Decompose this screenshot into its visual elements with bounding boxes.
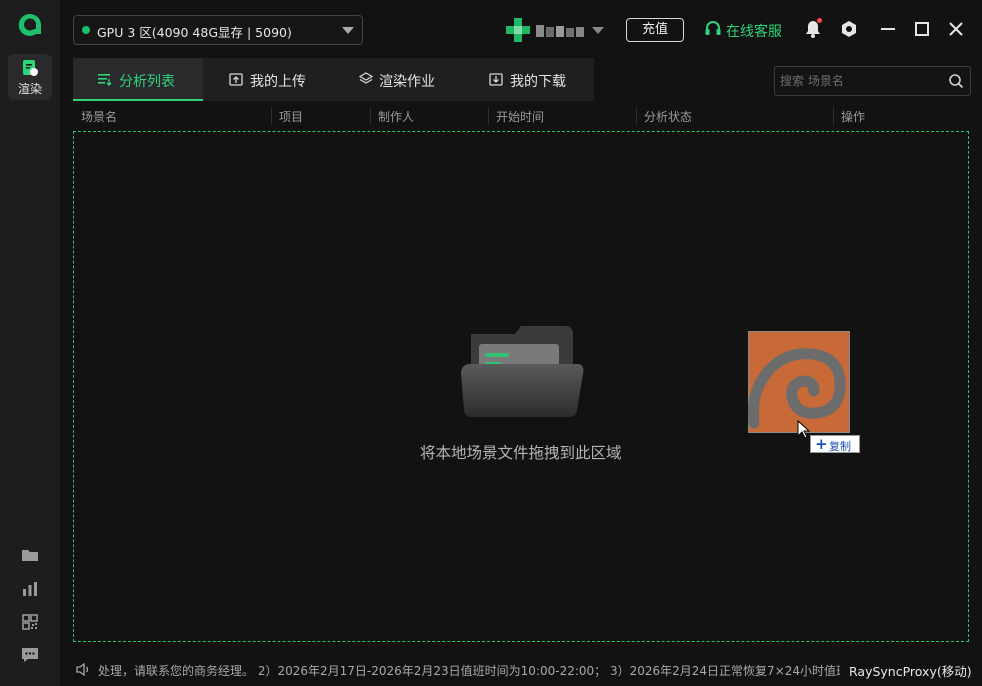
column-header-start-time[interactable]: 开始时间	[496, 108, 544, 125]
column-divider	[488, 107, 489, 125]
username-blurred[interactable]	[536, 23, 586, 39]
qr-code-icon[interactable]	[20, 612, 40, 632]
nav-render[interactable]: 渲染	[8, 54, 52, 100]
user-menu-chevron-icon[interactable]	[592, 27, 604, 34]
tab-label: 我的下载	[510, 74, 566, 90]
online-support-link[interactable]: 在线客服	[726, 21, 782, 41]
column-divider	[833, 107, 834, 125]
column-divider	[370, 107, 371, 125]
plus-icon: +	[815, 435, 828, 453]
column-divider	[271, 107, 272, 125]
tab-my-uploads[interactable]: 我的上传	[203, 58, 333, 101]
headset-icon[interactable]	[704, 20, 722, 38]
tab-render-jobs[interactable]: 渲染作业	[333, 58, 463, 101]
copy-label: 复制	[829, 440, 851, 453]
tab-analysis-list[interactable]: 分析列表	[73, 58, 203, 101]
active-tab-indicator	[73, 99, 203, 101]
column-header-creator[interactable]: 制作人	[378, 108, 414, 125]
render-icon	[23, 60, 38, 76]
dragged-file-icon	[748, 331, 850, 433]
chat-icon[interactable]	[20, 645, 40, 665]
tab-label: 我的上传	[250, 74, 306, 90]
column-divider	[636, 107, 637, 125]
column-header-actions[interactable]: 操作	[841, 108, 865, 125]
folder-icon[interactable]	[20, 545, 40, 565]
drag-copy-tooltip: + 复制	[810, 435, 860, 453]
list-icon	[98, 74, 112, 86]
close-icon[interactable]	[947, 20, 965, 38]
open-folder-icon	[461, 326, 584, 417]
announcement-ticker: 处理，请联系您的商务经理。 2）2026年2月17日-2026年2月23日值班时…	[98, 664, 840, 678]
gpu-select-value: GPU 3 区(4090 48G显存 | 5090)	[97, 25, 292, 40]
settings-icon[interactable]	[840, 20, 858, 38]
upload-icon	[229, 73, 243, 86]
column-header-analysis-status[interactable]: 分析状态	[644, 108, 692, 125]
tab-bar: 分析列表 我的上传 渲染作业 我的下载	[73, 58, 594, 101]
gpu-region-select[interactable]: GPU 3 区(4090 48G显存 | 5090)	[73, 15, 363, 45]
app-logo	[18, 13, 41, 36]
search-input[interactable]	[775, 67, 942, 95]
tab-label: 渲染作业	[379, 74, 435, 90]
tab-my-downloads[interactable]: 我的下载	[463, 58, 594, 101]
minimize-icon[interactable]	[879, 20, 897, 38]
drop-zone-hint: 将本地场景文件拖拽到此区域	[420, 444, 622, 462]
download-icon	[489, 73, 503, 86]
nav-render-label: 渲染	[17, 82, 42, 96]
column-header-project[interactable]: 项目	[279, 108, 303, 125]
network-proxy-status[interactable]: RaySyncProxy(移动)	[849, 661, 972, 680]
search-box	[774, 66, 971, 96]
bar-chart-icon[interactable]	[20, 579, 40, 599]
status-dot	[82, 26, 90, 34]
maximize-icon[interactable]	[913, 20, 931, 38]
speaker-icon	[76, 662, 89, 677]
chevron-down-icon	[342, 27, 354, 34]
column-header-scene-name[interactable]: 场景名	[81, 108, 117, 125]
avatar[interactable]	[506, 18, 530, 42]
recharge-button[interactable]: 充值	[626, 18, 684, 42]
mouse-cursor-icon	[797, 420, 811, 439]
tab-label: 分析列表	[119, 74, 175, 90]
notification-badge	[817, 18, 822, 23]
layers-icon	[359, 72, 373, 84]
search-icon[interactable]	[948, 73, 964, 89]
